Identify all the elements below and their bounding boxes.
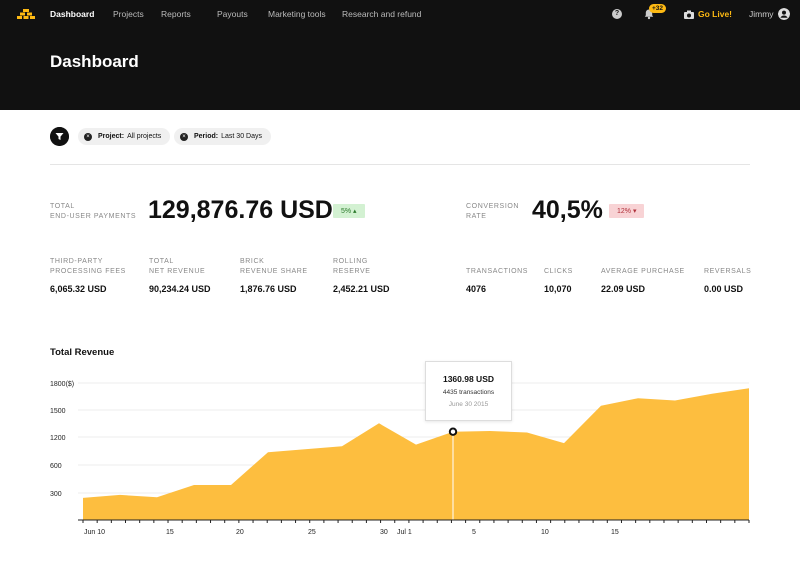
x-tick-label: 5 — [472, 529, 476, 536]
chip-key: Period: — [194, 133, 219, 140]
metric-value: 10,070 — [544, 284, 572, 294]
page-header: Dashboard — [0, 28, 800, 110]
go-live-label: Go Live! — [698, 9, 733, 19]
metric-label: TOTAL NET REVENUE — [149, 258, 206, 275]
divider — [50, 164, 750, 165]
tooltip-transactions: 4435 transactions — [442, 389, 495, 396]
y-tick-label: 1800($) — [50, 381, 74, 388]
close-icon[interactable]: × — [180, 132, 188, 141]
conversion-rate-change-badge: 12% ▾ — [609, 204, 645, 218]
metric-label: REVERSALS — [704, 268, 752, 275]
metric-label: CLICKS — [544, 268, 573, 275]
y-tick-label: 600 — [50, 463, 62, 470]
conversion-rate-value: 40,5% — [532, 196, 603, 224]
filter-icon[interactable] — [50, 127, 69, 146]
nav-marketing-tools[interactable]: Marketing tools — [268, 9, 326, 19]
chip-key: Project: — [98, 133, 125, 140]
period-filter-chip[interactable]: × Period: Last 30 Days — [174, 128, 271, 145]
help-icon[interactable]: ? — [612, 9, 622, 19]
metric-value: 22.09 USD — [601, 284, 646, 294]
x-tick-label: Jun 10 — [84, 529, 105, 536]
x-tick-label: 15 — [166, 529, 174, 536]
metric-value: 2,452.21 USD — [333, 284, 390, 294]
metric-value: 90,234.24 USD — [149, 284, 211, 294]
tooltip-date: June 30 2015 — [448, 401, 489, 408]
project-filter-chip[interactable]: × Project: All projects — [78, 128, 171, 145]
x-tick-label: Jul 1 — [397, 529, 412, 536]
chart-tooltip: 1360.98 USD 4435 transactions June 30 20… — [425, 361, 512, 421]
x-tick-label: 25 — [308, 529, 316, 536]
camera-icon — [684, 10, 694, 19]
total-payments-value: 129,876.76 USD — [148, 196, 333, 224]
metric-value: 0.00 USD — [704, 284, 744, 294]
x-tick-label: 10 — [541, 529, 549, 536]
metric-value: 4076 — [466, 284, 487, 294]
y-tick-label: 1500 — [50, 408, 66, 415]
total-payments-label: TOTAL END-USER PAYMENTS — [50, 203, 137, 220]
nav-projects[interactable]: Projects — [113, 9, 144, 19]
nav-dashboard[interactable]: Dashboard — [50, 9, 94, 19]
close-icon[interactable]: × — [84, 132, 92, 141]
total-payments-change-badge: 5% ▴ — [333, 204, 365, 218]
chip-value: All projects — [127, 133, 162, 140]
go-live-button[interactable]: Go Live! — [684, 8, 732, 20]
page-title: Dashboard — [50, 52, 139, 71]
revenue-area[interactable] — [83, 388, 749, 520]
metric-label: BRICK REVENUE SHARE — [240, 258, 308, 275]
user-name[interactable]: Jimmy — [749, 9, 774, 19]
x-tick-label: 20 — [236, 529, 244, 536]
metric-label: ROLLING RESERVE — [333, 258, 371, 275]
metric-value: 1,876.76 USD — [240, 284, 297, 294]
chip-value: Last 30 Days — [221, 133, 262, 140]
logo-icon[interactable] — [17, 9, 35, 19]
metric-value: 6,065.32 USD — [50, 284, 107, 294]
highlight-point[interactable] — [448, 427, 458, 436]
y-tick-label: 300 — [50, 491, 62, 498]
tooltip-value: 1360.98 USD — [442, 374, 495, 384]
x-tick-label: 30 — [380, 529, 388, 536]
conversion-rate-label: CONVERSION RATE — [466, 203, 520, 220]
metric-label: AVERAGE PURCHASE — [601, 268, 685, 275]
user-avatar-icon[interactable] — [778, 8, 790, 20]
nav-reports[interactable]: Reports — [161, 9, 191, 19]
chart-title: Total Revenue — [50, 347, 115, 358]
top-navigation: Dashboard Projects Reports Payouts Marke… — [0, 0, 800, 28]
metric-label: TRANSACTIONS — [466, 268, 529, 275]
nav-research-and-refund[interactable]: Research and refund — [342, 9, 421, 19]
nav-payouts[interactable]: Payouts — [217, 9, 248, 19]
x-tick-label: 15 — [611, 529, 619, 536]
metric-label: THIRD-PARTY PROCESSING FEES — [50, 258, 126, 275]
y-tick-label: 1200 — [50, 435, 66, 442]
total-revenue-chart[interactable]: 1800($) 1500 1200 600 300 Jun 10 15 20 25 30 Jul 1… — [0, 370, 800, 545]
notifications-badge: +32 — [649, 4, 667, 13]
